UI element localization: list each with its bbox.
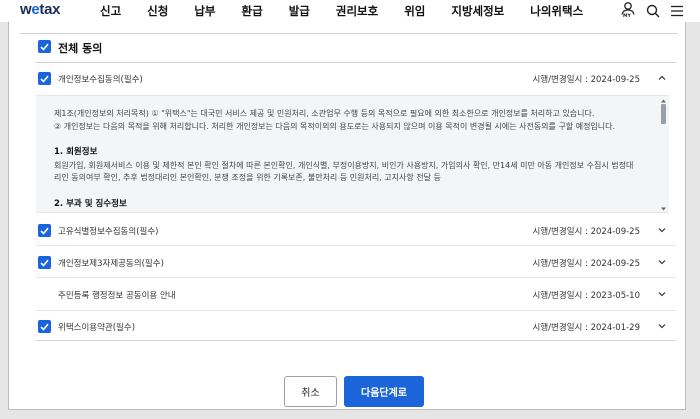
menu-item-refund[interactable]: 환급 <box>242 3 263 19</box>
divider <box>36 245 676 246</box>
divider <box>36 310 676 311</box>
unique-id-consent-date: 시행/변경일시 : 2024-09-25 <box>532 227 640 237</box>
third-party-consent-date: 시행/변경일시 : 2024-09-25 <box>532 259 640 269</box>
menu-item-issuance[interactable]: 발급 <box>289 3 310 19</box>
menu-item-application[interactable]: 신청 <box>147 3 168 19</box>
panel-top-divider <box>20 33 678 34</box>
my-page-icon[interactable]: MY <box>620 2 636 20</box>
all-consent-label: 전체 동의 <box>58 42 103 55</box>
chevron-down-icon[interactable] <box>657 289 667 299</box>
my-label: MY <box>623 14 631 19</box>
terms-of-use-date: 시행/변경일시 : 2024-01-29 <box>532 323 640 333</box>
main-menu: 신고 신청 납부 환급 발급 권리보호 위임 지방세정보 나의위택스 <box>100 3 609 19</box>
top-icons: MY <box>620 2 684 20</box>
scrollbar-thumb[interactable] <box>661 104 666 124</box>
chevron-up-icon[interactable] <box>657 73 667 83</box>
hamburger-menu-icon[interactable] <box>670 5 684 17</box>
terms-content-box[interactable]: 제1조(개인정보의 처리목적) ① "위택스"는 대국민 서비스 제공 및 민원… <box>36 95 669 213</box>
menu-item-delegation[interactable]: 위임 <box>404 3 425 19</box>
wetax-logo[interactable]: wetax <box>20 1 61 18</box>
privacy-consent-date: 시행/변경일시 : 2024-09-25 <box>532 75 640 85</box>
terms-line: 제1조(개인정보의 처리목적) ① "위택스"는 대국민 서비스 제공 및 민원… <box>54 109 595 118</box>
menu-item-my-wetax[interactable]: 나의위택스 <box>530 3 583 19</box>
divider <box>36 62 676 63</box>
cancel-button[interactable]: 취소 <box>284 376 337 407</box>
menu-item-local-tax-info[interactable]: 지방세정보 <box>451 3 504 19</box>
divider <box>36 277 676 278</box>
all-consent-checkbox[interactable] <box>38 40 51 53</box>
privacy-consent-checkbox[interactable] <box>38 72 51 85</box>
menu-item-rights[interactable]: 권리보호 <box>336 3 378 19</box>
terms-section-title: 1. 회원정보 <box>54 147 98 157</box>
terms-line: 리인 동의여부 확인, 추후 법정대리인 본인확인, 분쟁 조정을 위한 기록보… <box>54 173 441 182</box>
terms-scrollbar[interactable] <box>659 98 668 212</box>
chevron-down-icon[interactable] <box>657 225 667 235</box>
terms-line: ② 개인정보는 다음의 목적을 위해 처리합니다. 처리한 개인정보는 다음의 … <box>54 121 616 131</box>
unique-id-consent-label[interactable]: 고유식별정보수집동의(필수) <box>58 225 158 237</box>
terms-line: 회원가입, 회원제서비스 이용 및 제한적 본인 확인 절차에 따른 본인확인,… <box>54 160 634 170</box>
resident-registration-info-label[interactable]: 주민등록 행정정보 공동이용 안내 <box>58 289 176 301</box>
unique-id-consent-checkbox[interactable] <box>38 224 51 237</box>
terms-section-title: 2. 부과 및 징수정보 <box>54 198 127 209</box>
terms-of-use-label[interactable]: 위택스이용약관(필수) <box>58 321 135 333</box>
third-party-consent-checkbox[interactable] <box>38 256 51 269</box>
search-icon[interactable] <box>646 4 660 18</box>
terms-of-use-checkbox[interactable] <box>38 320 51 333</box>
third-party-consent-label[interactable]: 개인정보제3자제공동의(필수) <box>58 257 164 269</box>
divider <box>36 340 676 341</box>
privacy-consent-label[interactable]: 개인정보수집동의(필수) <box>58 73 143 85</box>
next-step-button[interactable]: 다음단계로 <box>344 376 424 407</box>
chevron-down-icon[interactable] <box>657 257 667 267</box>
resident-registration-info-date: 시행/변경일시 : 2023-05-10 <box>532 291 640 301</box>
menu-item-filing[interactable]: 신고 <box>100 3 121 19</box>
chevron-down-icon[interactable] <box>657 321 667 331</box>
menu-item-payment[interactable]: 납부 <box>194 3 215 19</box>
top-navigation: wetax 신고 신청 납부 환급 발급 권리보호 위임 지방세정보 나의위택스… <box>0 0 700 22</box>
